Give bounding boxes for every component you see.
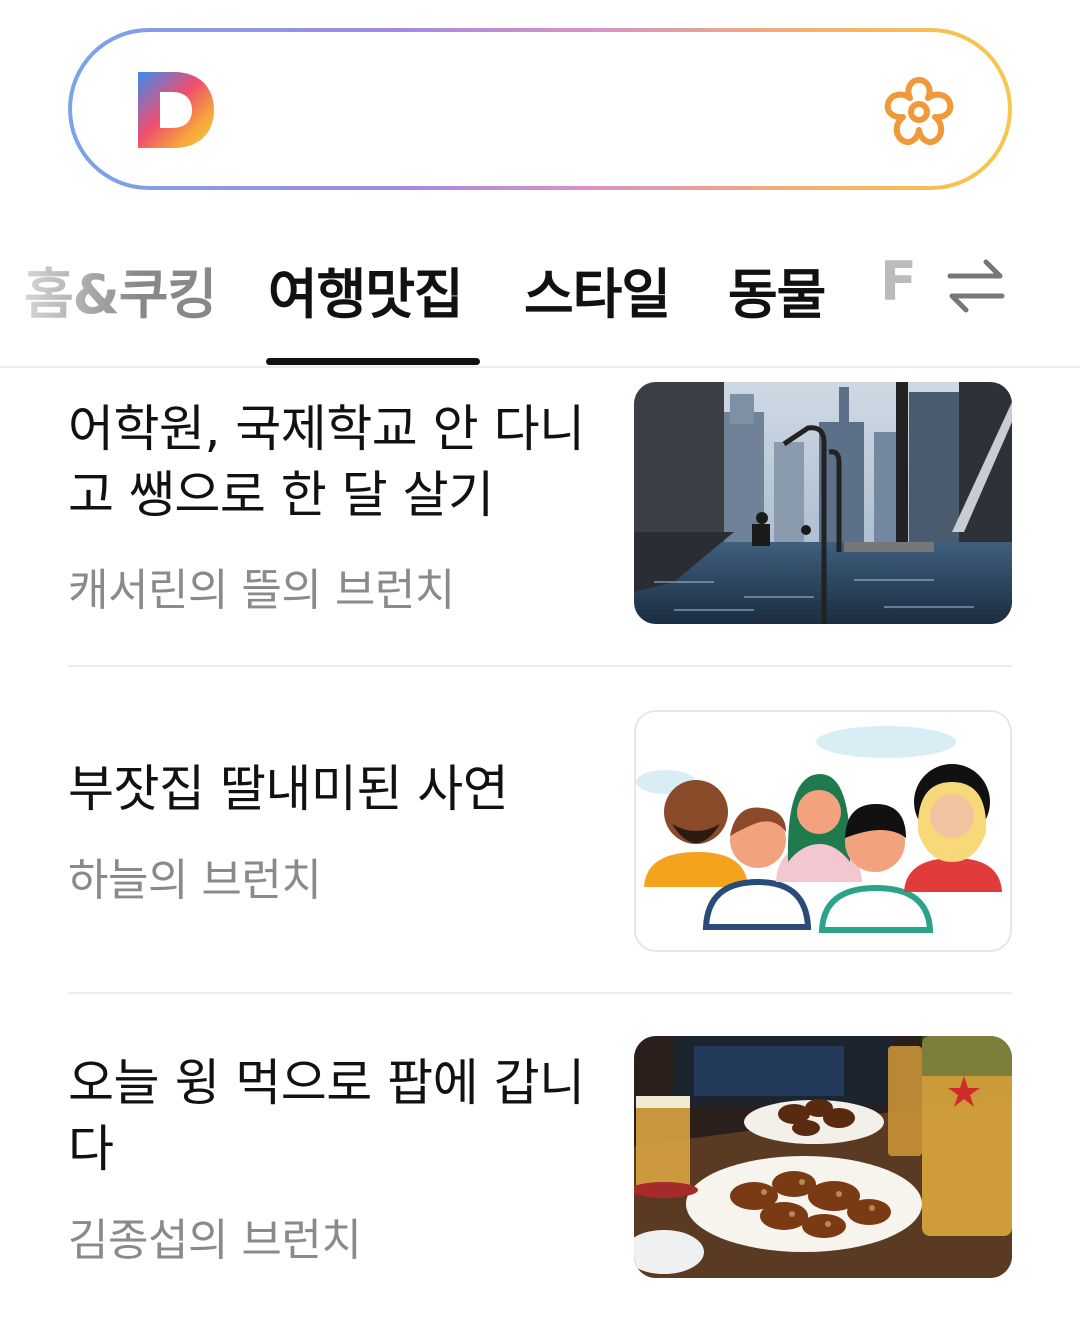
- article-title[interactable]: 어학원, 국제학교 안 다니고 쌩으로 한 달 살기: [68, 396, 598, 528]
- tab-home-cooking[interactable]: 홈&쿠킹: [24, 250, 217, 329]
- tab-style[interactable]: 스타일: [524, 250, 671, 329]
- article-thumbnail[interactable]: [634, 710, 1012, 952]
- swap-arrows-icon[interactable]: [940, 250, 1012, 322]
- flower-icon[interactable]: [880, 72, 958, 150]
- list-item[interactable]: 오늘 윙 먹으로 팝에 갑니다 김종섭의 브런치: [68, 1036, 1012, 1278]
- article-title[interactable]: 오늘 윙 먹으로 팝에 갑니다: [68, 1050, 598, 1182]
- search-bar-inner[interactable]: [72, 32, 1008, 186]
- article-title[interactable]: 부잣집 딸내미된 사연: [68, 756, 598, 822]
- active-tab-indicator: [266, 358, 480, 365]
- pool-skyline-image: [634, 382, 1012, 624]
- tab-travel-food[interactable]: 여행맛집: [268, 250, 464, 329]
- list-item[interactable]: 부잣집 딸내미된 사연 하늘의 브런치: [68, 710, 1012, 952]
- article-thumbnail[interactable]: [634, 382, 1012, 624]
- tab-animals[interactable]: 동물: [728, 250, 826, 329]
- people-illustration-image: [636, 712, 1010, 950]
- article-author: 김종섭의 브런치: [68, 1215, 362, 1266]
- article-author: 캐서린의 뜰의 브런치: [68, 565, 455, 616]
- search-bar[interactable]: [68, 28, 1012, 190]
- list-item[interactable]: 어학원, 국제학교 안 다니고 쌩으로 한 달 살기 캐서린의 뜰의 브런치: [68, 382, 1012, 626]
- daum-logo-icon: [138, 72, 214, 148]
- category-tabs: 홈&쿠킹 여행맛집 스타일 동물 F: [0, 230, 1080, 368]
- divider: [68, 992, 1012, 994]
- wings-beer-image: [634, 1036, 1012, 1278]
- divider: [68, 665, 1012, 667]
- article-author: 하늘의 브런치: [68, 855, 322, 906]
- article-thumbnail[interactable]: [634, 1036, 1012, 1278]
- tab-next-partial[interactable]: F: [880, 250, 917, 313]
